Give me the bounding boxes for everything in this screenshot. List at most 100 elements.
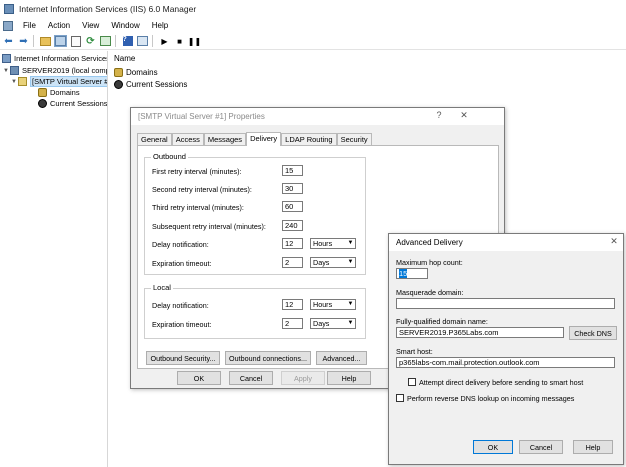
collapse-chevron-icon[interactable]: ▼ [2, 68, 10, 74]
outbound-delay-input[interactable]: 12 [282, 238, 303, 249]
toolbar: ⬅ ➡ ⟳ ? ▶ ■ ❚❚ [0, 33, 626, 50]
window-titlebar: Internet Information Services (IIS) 6.0 … [0, 0, 626, 18]
tab-delivery[interactable]: Delivery [246, 132, 282, 146]
first-retry-label: First retry interval (minutes): [152, 167, 242, 176]
advanced-button[interactable]: Advanced... [316, 351, 367, 365]
outbound-delay-label: Delay notification: [152, 240, 209, 249]
context-help-icon[interactable]: ? [433, 110, 445, 120]
tree-item-smtp-virtual-server[interactable]: ▼ [SMTP Virtual Server #1] [10, 76, 107, 87]
attempt-direct-delivery-checkbox[interactable] [408, 378, 416, 386]
refresh-icon[interactable]: ⟳ [84, 35, 97, 48]
pause-icon[interactable]: ❚❚ [188, 35, 201, 48]
sessions-icon [38, 99, 47, 108]
menu-bar: File Action View Window Help [0, 18, 626, 33]
domains-icon [38, 88, 47, 97]
show-action-pane-icon[interactable] [136, 35, 149, 48]
max-hop-count-input[interactable]: 15 [396, 268, 428, 279]
select-value: Hours [313, 239, 333, 248]
forward-arrow-icon[interactable]: ➡ [17, 35, 30, 48]
tab-strip: General Access Messages Delivery LDAP Ro… [137, 132, 372, 146]
tree-item-label: SERVER2019 (local computer) [22, 66, 108, 75]
reverse-dns-lookup-checkbox[interactable] [396, 394, 404, 402]
export-list-icon[interactable] [99, 35, 112, 48]
list-item-label: Domains [126, 68, 158, 77]
subsequent-retry-input[interactable]: 240 [282, 220, 303, 231]
list-item[interactable]: Current Sessions [114, 80, 187, 89]
menu-view[interactable]: View [76, 21, 105, 30]
help-button[interactable]: Help [327, 371, 371, 385]
second-retry-label: Second retry interval (minutes): [152, 185, 252, 194]
window-title: Internet Information Services (IIS) 6.0 … [19, 4, 197, 14]
tree-item-current-sessions[interactable]: Current Sessions [38, 98, 108, 109]
third-retry-input[interactable]: 60 [282, 201, 303, 212]
tab-ldap-routing[interactable]: LDAP Routing [281, 133, 337, 145]
menu-file[interactable]: File [17, 21, 42, 30]
tab-security[interactable]: Security [336, 133, 372, 145]
menu-window[interactable]: Window [105, 21, 145, 30]
outbound-expiration-input[interactable]: 2 [282, 257, 303, 268]
show-hide-tree-icon[interactable] [54, 35, 67, 48]
chevron-down-icon: ▼ [347, 240, 354, 246]
close-icon[interactable]: ✕ [608, 236, 620, 247]
tab-messages[interactable]: Messages [203, 133, 247, 145]
local-group: Local [144, 283, 366, 339]
collapse-chevron-icon[interactable]: ▼ [10, 79, 18, 85]
smart-host-input[interactable]: p365labs-com.mail.protection.outlook.com [396, 357, 615, 368]
help-icon[interactable]: ? [121, 35, 134, 48]
tree-item-iis-root[interactable]: Internet Information Services [2, 53, 108, 64]
subsequent-retry-label: Subsequent retry interval (minutes): [152, 222, 266, 231]
tree-item-domains[interactable]: Domains [38, 87, 80, 98]
close-icon[interactable]: ✕ [458, 110, 470, 121]
start-icon[interactable]: ▶ [158, 35, 171, 48]
cancel-button[interactable]: Cancel [229, 371, 273, 385]
list-item[interactable]: Domains [114, 68, 158, 77]
ok-button[interactable]: OK [473, 440, 513, 454]
sessions-icon [114, 80, 123, 89]
dialog-titlebar: Advanced Delivery ✕ [389, 234, 623, 251]
tree-item-server[interactable]: ▼ SERVER2019 (local computer) [2, 65, 108, 76]
iis-computer-icon [2, 54, 11, 63]
ok-button[interactable]: OK [177, 371, 221, 385]
outbound-connections-button[interactable]: Outbound connections... [225, 351, 311, 365]
local-delay-unit-select[interactable]: Hours ▼ [310, 299, 356, 310]
fqdn-input[interactable]: SERVER2019.P365Labs.com [396, 327, 564, 338]
list-column-header-name[interactable]: Name [114, 54, 135, 63]
apply-button[interactable]: Apply [281, 371, 325, 385]
iis-app-icon [4, 4, 14, 14]
max-hop-count-label: Maximum hop count: [396, 258, 463, 267]
chevron-down-icon: ▼ [347, 259, 354, 265]
local-expiration-input[interactable]: 2 [282, 318, 303, 329]
toolbar-separator [33, 35, 34, 47]
tree-item-label: Internet Information Services [14, 54, 108, 63]
back-arrow-icon[interactable]: ⬅ [2, 35, 15, 48]
outbound-expiration-label: Expiration timeout: [152, 259, 212, 268]
select-value: Days [313, 258, 330, 267]
masquerade-domain-input[interactable] [396, 298, 615, 309]
second-retry-input[interactable]: 30 [282, 183, 303, 194]
toolbar-separator [115, 35, 116, 47]
mmc-console-icon[interactable] [3, 20, 13, 31]
tab-access[interactable]: Access [171, 133, 204, 145]
menu-action[interactable]: Action [42, 21, 76, 30]
check-dns-button[interactable]: Check DNS [569, 326, 617, 340]
fqdn-label: Fully-qualified domain name: [396, 317, 488, 326]
stop-icon[interactable]: ■ [173, 35, 186, 48]
advanced-delivery-dialog: Advanced Delivery ✕ Maximum hop count: 1… [388, 233, 624, 465]
smart-host-label: Smart host: [396, 347, 433, 356]
tab-general[interactable]: General [137, 133, 172, 145]
first-retry-input[interactable]: 15 [282, 165, 303, 176]
cancel-button[interactable]: Cancel [519, 440, 563, 454]
outbound-security-button[interactable]: Outbound Security... [146, 351, 220, 365]
outbound-expiration-unit-select[interactable]: Days ▼ [310, 257, 356, 268]
up-folder-icon[interactable] [39, 35, 52, 48]
properties-icon[interactable] [69, 35, 82, 48]
local-delay-input[interactable]: 12 [282, 299, 303, 310]
local-group-label: Local [151, 283, 173, 292]
menu-help[interactable]: Help [146, 21, 174, 30]
dialog-titlebar: [SMTP Virtual Server #1] Properties ? ✕ [131, 108, 504, 125]
help-button[interactable]: Help [573, 440, 613, 454]
local-expiration-unit-select[interactable]: Days ▼ [310, 318, 356, 329]
tree-item-label: Current Sessions [50, 99, 108, 108]
outbound-delay-unit-select[interactable]: Hours ▼ [310, 238, 356, 249]
server-icon [10, 66, 19, 75]
